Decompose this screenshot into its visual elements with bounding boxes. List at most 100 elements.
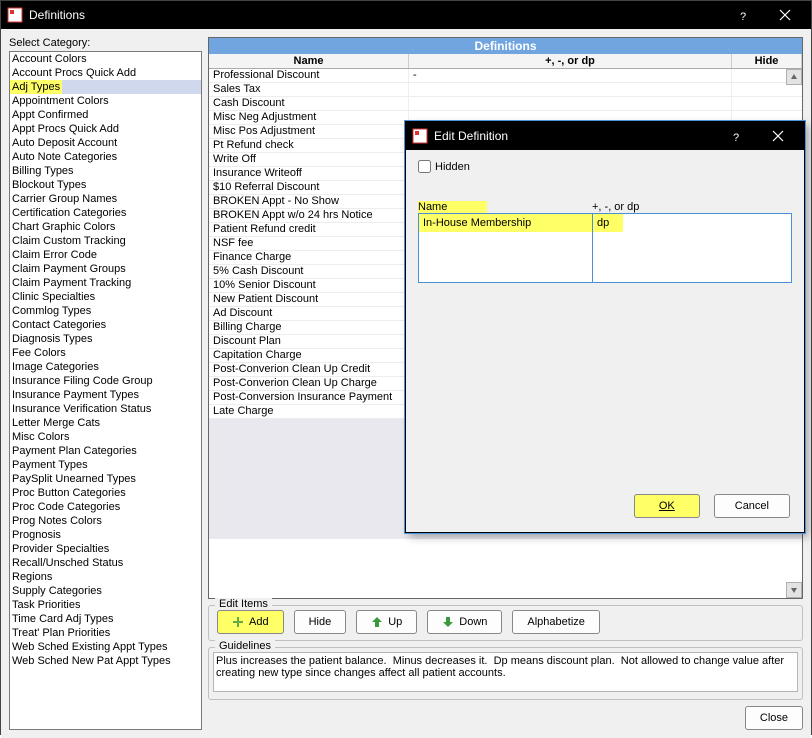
category-item[interactable]: Web Sched New Pat Appt Types <box>10 654 201 668</box>
name-label: Name <box>418 201 487 213</box>
cell-dp <box>409 83 732 96</box>
category-item[interactable]: Claim Custom Tracking <box>10 234 201 248</box>
modal-footer: OK Cancel <box>406 488 804 532</box>
category-item[interactable]: Letter Merge Cats <box>10 416 201 430</box>
category-item[interactable]: Billing Types <box>10 164 201 178</box>
cell-hide <box>732 97 802 110</box>
category-item[interactable]: Image Categories <box>10 360 201 374</box>
category-item[interactable]: Claim Payment Tracking <box>10 276 201 290</box>
dp-input[interactable] <box>593 214 623 232</box>
cell-name: NSF fee <box>209 237 409 250</box>
category-item[interactable]: Recall/Unsched Status <box>10 556 201 570</box>
cell-name: Cash Discount <box>209 97 409 110</box>
category-item[interactable]: Adj Types <box>10 80 201 94</box>
hide-button-label: Hide <box>309 616 332 628</box>
cell-name: Billing Charge <box>209 321 409 334</box>
plus-icon <box>232 616 244 628</box>
modal-title: Edit Definition <box>434 129 718 143</box>
category-item[interactable]: Treat' Plan Priorities <box>10 626 201 640</box>
help-button[interactable]: ? <box>725 1 765 29</box>
category-item[interactable]: Claim Payment Groups <box>10 262 201 276</box>
category-item[interactable]: Task Priorities <box>10 598 201 612</box>
cell-name: Misc Pos Adjustment <box>209 125 409 138</box>
category-item[interactable]: Certification Categories <box>10 206 201 220</box>
cell-name: Sales Tax <box>209 83 409 96</box>
category-item[interactable]: Provider Specialties <box>10 542 201 556</box>
category-item[interactable]: Proc Button Categories <box>10 486 201 500</box>
category-item[interactable]: Insurance Verification Status <box>10 402 201 416</box>
cell-name: 5% Cash Discount <box>209 265 409 278</box>
category-item[interactable]: Proc Code Categories <box>10 500 201 514</box>
category-item[interactable]: Appt Confirmed <box>10 108 201 122</box>
hide-button[interactable]: Hide <box>294 610 347 634</box>
cell-name: Ad Discount <box>209 307 409 320</box>
table-row[interactable]: Cash Discount <box>209 97 802 111</box>
cancel-button[interactable]: Cancel <box>714 494 790 518</box>
category-item[interactable]: Commlog Types <box>10 304 201 318</box>
scroll-up-icon[interactable] <box>786 69 802 85</box>
col-header-hide[interactable]: Hide <box>732 54 802 68</box>
category-item[interactable]: Insurance Payment Types <box>10 388 201 402</box>
category-item[interactable]: Appointment Colors <box>10 94 201 108</box>
cell-name: Insurance Writeoff <box>209 167 409 180</box>
category-item[interactable]: Web Sched Existing Appt Types <box>10 640 201 654</box>
category-item[interactable]: Prog Notes Colors <box>10 514 201 528</box>
modal-titlebar: Edit Definition ? <box>406 122 804 150</box>
down-button[interactable]: Down <box>427 610 502 634</box>
category-item[interactable]: Appt Procs Quick Add <box>10 122 201 136</box>
cell-name: BROKEN Appt w/o 24 hrs Notice <box>209 209 409 222</box>
category-item[interactable]: Claim Error Code <box>10 248 201 262</box>
edit-items-group: Add Hide Up Down Alphabetize <box>208 605 803 641</box>
name-input[interactable] <box>419 214 592 232</box>
category-item[interactable]: Account Procs Quick Add <box>10 66 201 80</box>
close-button[interactable] <box>765 1 805 29</box>
app-icon <box>7 7 23 23</box>
category-item[interactable]: PaySplit Unearned Types <box>10 472 201 486</box>
modal-body: Hidden Name +, -, or dp <box>406 150 804 488</box>
category-item[interactable]: Chart Graphic Colors <box>10 220 201 234</box>
arrow-down-icon <box>442 616 454 628</box>
col-header-name[interactable]: Name <box>209 54 409 68</box>
category-item[interactable]: Account Colors <box>10 52 201 66</box>
modal-close-button[interactable] <box>758 122 798 150</box>
cell-name: Capitation Charge <box>209 349 409 362</box>
category-item[interactable]: Carrier Group Names <box>10 192 201 206</box>
ok-button[interactable]: OK <box>634 494 700 518</box>
cell-dp <box>409 97 732 110</box>
category-item[interactable]: Insurance Filing Code Group <box>10 374 201 388</box>
table-row[interactable]: Sales Tax <box>209 83 802 97</box>
scroll-down-icon[interactable] <box>786 582 802 598</box>
category-item[interactable]: Time Card Adj Types <box>10 612 201 626</box>
main-close-label: Close <box>760 712 788 724</box>
alphabetize-button[interactable]: Alphabetize <box>512 610 600 634</box>
category-item[interactable]: Prognosis <box>10 528 201 542</box>
category-item[interactable]: Regions <box>10 570 201 584</box>
guidelines-text <box>213 652 798 692</box>
category-item[interactable]: Payment Types <box>10 458 201 472</box>
main-close-button[interactable]: Close <box>745 706 803 730</box>
category-item[interactable]: Blockout Types <box>10 178 201 192</box>
category-list[interactable]: Account ColorsAccount Procs Quick AddAdj… <box>9 51 202 730</box>
modal-help-button[interactable]: ? <box>718 122 758 150</box>
up-button[interactable]: Up <box>356 610 417 634</box>
cell-name: Misc Neg Adjustment <box>209 111 409 124</box>
cell-name: BROKEN Appt - No Show <box>209 195 409 208</box>
main-title: Definitions <box>29 8 725 22</box>
col-header-dp[interactable]: +, -, or dp <box>409 54 732 68</box>
category-item[interactable]: Diagnosis Types <box>10 332 201 346</box>
down-button-label: Down <box>459 616 487 628</box>
category-item[interactable]: Contact Categories <box>10 318 201 332</box>
category-item[interactable]: Payment Plan Categories <box>10 444 201 458</box>
add-button[interactable]: Add <box>217 610 284 634</box>
category-item[interactable]: Auto Deposit Account <box>10 136 201 150</box>
category-item[interactable]: Auto Note Categories <box>10 150 201 164</box>
table-row[interactable]: Professional Discount- <box>209 69 802 83</box>
hidden-checkbox[interactable] <box>418 160 431 173</box>
cancel-label: Cancel <box>735 500 769 512</box>
grid-columns: Name +, -, or dp Hide <box>209 54 802 69</box>
category-item[interactable]: Clinic Specialties <box>10 290 201 304</box>
cell-name: Pt Refund check <box>209 139 409 152</box>
category-item[interactable]: Fee Colors <box>10 346 201 360</box>
category-item[interactable]: Misc Colors <box>10 430 201 444</box>
category-item[interactable]: Supply Categories <box>10 584 201 598</box>
